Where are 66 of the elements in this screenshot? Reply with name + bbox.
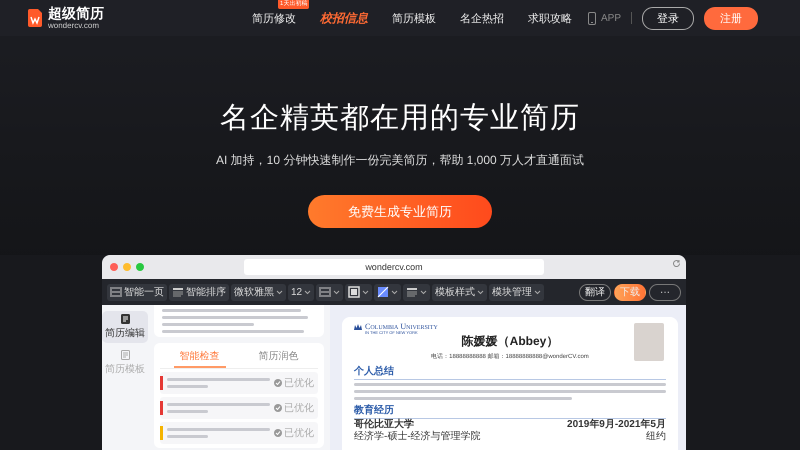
resume-name: 陈媛媛（Abbey） [460, 333, 560, 350]
section-heading: 个人总结 [354, 364, 666, 380]
school-logo-text: Columbia University [365, 323, 438, 331]
hero-subtitle: AI 加持，10 分钟快速制作一份完美简历，帮助 1,000 万人才直通面试 [216, 152, 584, 169]
panel-tab[interactable]: 简历润色 [252, 347, 304, 368]
nav-link[interactable]: 简历修改 [240, 13, 308, 25]
crown-icon [354, 324, 362, 330]
toolbar-dropdown[interactable]: 模板样式 [432, 284, 488, 300]
caret-icon [362, 290, 370, 294]
line-spacing-icon [319, 286, 332, 298]
caret-icon [477, 290, 484, 294]
margin-icon [348, 286, 360, 298]
window-control-dot[interactable] [123, 263, 131, 271]
photo-placeholder [634, 323, 664, 361]
window-control-dot[interactable] [110, 263, 118, 271]
hero-title: 名企精英都在用的专业简历 [220, 99, 580, 136]
document-icon [120, 314, 130, 324]
login-button[interactable]: 登录 [642, 6, 694, 30]
caret-icon [276, 290, 283, 294]
resume-text: 纽约 [646, 431, 666, 443]
logo-title[interactable]: 超级简历 [48, 6, 104, 20]
caret-icon [304, 290, 312, 294]
logo-icon [28, 9, 42, 27]
check-status: 已优化 [284, 427, 314, 440]
app-link[interactable]: APP [600, 12, 621, 24]
sidebar-label: 简历模板 [105, 362, 145, 376]
nav-link[interactable]: 求职攻略 [516, 13, 584, 25]
reload-icon[interactable] [672, 259, 681, 268]
resume-text: 2019年9月-2021年5月 [567, 419, 666, 431]
resume-text: 哥伦比亚大学 [354, 419, 414, 430]
phone-icon [588, 12, 596, 24]
fit-page-icon [110, 286, 122, 298]
section-heading: 教育经历 [354, 403, 666, 419]
caret-icon [420, 290, 428, 294]
nav-link[interactable]: 校招信息 [308, 11, 380, 25]
logo-subtitle: wondercv.com [48, 22, 100, 30]
toolbar-dropdown[interactable] [403, 284, 430, 300]
caret-icon [391, 290, 398, 294]
nav-link[interactable]: 名企热招 [448, 13, 516, 25]
address-bar[interactable]: wondercv.com [244, 259, 544, 275]
check-icon [274, 429, 282, 437]
action-button[interactable]: ··· [649, 284, 681, 300]
check-icon [274, 404, 282, 412]
document-icon [120, 350, 130, 360]
resume-text: 经济学-硕士-经济与管理学院 [354, 431, 481, 443]
toolbar-button[interactable]: 智能一页 [107, 284, 167, 300]
nav-link[interactable]: 简历模板 [380, 13, 448, 25]
window-control-dot[interactable] [136, 263, 144, 271]
caret-icon [534, 290, 542, 294]
toolbar-dropdown[interactable] [374, 284, 402, 300]
title-style-icon [406, 286, 418, 298]
toolbar-button[interactable]: 智能排序 [169, 284, 229, 300]
toolbar-dropdown[interactable]: 微软雅黑 [231, 284, 286, 300]
toolbar-dropdown[interactable]: 模块管理 [489, 284, 544, 300]
check-icon [274, 379, 282, 387]
action-button[interactable]: 翻译 [579, 284, 611, 300]
color-swatch-icon [377, 286, 390, 298]
check-status: 已优化 [284, 377, 314, 390]
list-icon [172, 286, 184, 298]
toolbar-dropdown[interactable] [345, 284, 372, 300]
sidebar-label: 简历编辑 [105, 326, 145, 340]
toolbar-dropdown[interactable]: 12 [288, 284, 314, 300]
sidebar-item[interactable]: 简历编辑 [102, 311, 148, 343]
toolbar-dropdown[interactable] [316, 284, 344, 300]
caret-icon [333, 290, 340, 294]
check-status: 已优化 [284, 402, 314, 415]
